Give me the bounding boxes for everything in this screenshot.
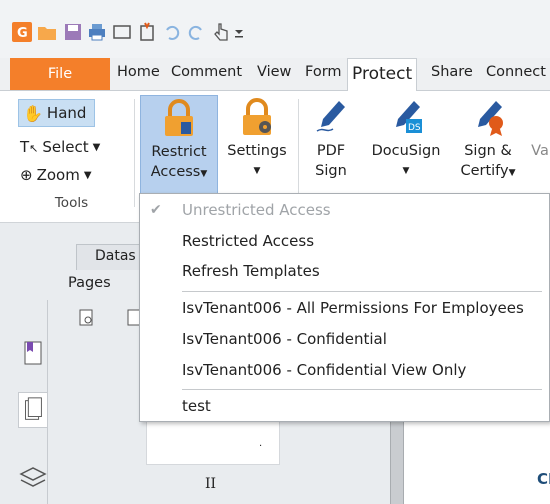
chevron-down-icon: ▼ (83, 169, 92, 181)
menu-item-refresh-templates[interactable]: Refresh Templates (182, 262, 320, 280)
tab-home[interactable]: Home (117, 64, 160, 80)
menu-separator (182, 389, 542, 390)
tab-form[interactable]: Form (305, 64, 342, 80)
restrict-label-1: Restrict (151, 144, 207, 160)
restrict-label-2: Access (150, 164, 201, 180)
hand-tool-button[interactable]: ✋ Hand (18, 99, 96, 127)
restrict-access-dropdown: ✔ Unrestricted Access Restricted Access … (139, 193, 550, 422)
redo-icon[interactable] (186, 22, 206, 42)
chevron-down-icon: ▼ (508, 168, 516, 178)
validate-label-partial: Va (531, 143, 549, 159)
bookmark-icon[interactable] (18, 338, 48, 368)
svg-text:DS: DS (408, 123, 421, 133)
tab-view[interactable]: View (257, 64, 291, 80)
screen-icon[interactable] (112, 22, 132, 42)
menu-item-template[interactable]: IsvTenant006 - Confidential (182, 330, 387, 348)
chevron-down-icon: ▼ (200, 169, 208, 179)
customize-toolbar-icon[interactable] (232, 22, 246, 42)
pdf-sign-label-1: PDF (316, 143, 346, 159)
new-icon[interactable] (137, 22, 157, 42)
chevron-down-icon: ▼ (253, 166, 261, 176)
certify-icon (478, 101, 503, 136)
zoom-label: Zoom (36, 166, 80, 184)
pages-panel-title: Pages (68, 275, 111, 291)
select-tool-button[interactable]: T↖ Select ▼ (20, 133, 100, 161)
select-label: Select (42, 138, 89, 156)
page-options-icon[interactable] (78, 308, 96, 328)
menu-bar: File Home Comment View Form Protect Shar… (0, 58, 550, 92)
docusign-icon: DS (396, 101, 422, 133)
sign-certify-label-2: Certify (460, 163, 509, 179)
validate-button[interactable]: Va (530, 95, 550, 195)
open-folder-icon[interactable] (37, 22, 57, 42)
menu-item-test[interactable]: test (182, 397, 211, 415)
checkmark-icon: ✔ (150, 202, 162, 218)
zoom-tool-button[interactable]: ⊕ Zoom ▼ (20, 161, 92, 189)
layers-icon[interactable] (18, 462, 48, 492)
zoom-icon: ⊕ (20, 166, 33, 184)
chevron-down-icon: ▼ (402, 166, 410, 176)
sign-certify-button[interactable]: Sign & Certify▼ (452, 95, 524, 195)
hand-label: Hand (46, 104, 87, 122)
save-icon[interactable] (63, 22, 83, 42)
ribbon-separator (134, 99, 135, 207)
pages-thumbnails-icon[interactable] (18, 392, 48, 428)
menu-separator (182, 291, 542, 292)
print-icon[interactable] (87, 22, 107, 42)
menu-item-restricted-access[interactable]: Restricted Access (182, 232, 314, 250)
page-options-icon[interactable] (126, 308, 140, 328)
lock-settings-icon (243, 98, 271, 135)
tab-share[interactable]: Share (431, 64, 473, 80)
tools-group-label: Tools (54, 195, 89, 211)
undo-icon[interactable] (162, 22, 182, 42)
menu-item-unrestricted-access[interactable]: Unrestricted Access (182, 201, 331, 219)
chevron-down-icon: ▼ (92, 141, 101, 153)
touch-mode-icon[interactable] (211, 22, 231, 42)
sign-certify-label-1: Sign & (464, 143, 512, 159)
hand-icon: ✋ (23, 103, 43, 123)
tab-connect[interactable]: Connect (486, 64, 546, 80)
lock-icon (165, 99, 193, 136)
settings-button[interactable]: Settings ▼ (222, 95, 292, 195)
ribbon-separator (298, 99, 299, 207)
restrict-access-button[interactable]: Restrict Access▼ (140, 95, 218, 195)
settings-label: Settings (227, 143, 287, 159)
app-logo-icon: G (12, 22, 32, 42)
svg-text:G: G (17, 26, 28, 41)
pdf-sign-label-2: Sign (315, 163, 347, 179)
tab-comment[interactable]: Comment (171, 64, 242, 80)
pdf-sign-button[interactable]: PDF Sign (304, 95, 358, 195)
tab-file[interactable]: File (10, 58, 110, 90)
pen-sign-icon (316, 101, 345, 132)
menu-item-template[interactable]: IsvTenant006 - Confidential View Only (182, 361, 466, 379)
docusign-button[interactable]: DS DocuSign ▼ (366, 95, 446, 195)
tools-group: ✋ Hand T↖ Select ▼ ⊕ Zoom ▼ Tools (14, 95, 129, 215)
page-number-label: II (205, 476, 217, 492)
tab-protect[interactable]: Protect (347, 58, 418, 92)
select-text-icon: T↖ (20, 138, 39, 156)
docusign-label: DocuSign (371, 143, 441, 159)
document-text-partial: CI (537, 470, 550, 488)
menu-item-template[interactable]: IsvTenant006 - All Permissions For Emplo… (182, 299, 524, 317)
quick-access-toolbar: G (0, 0, 550, 58)
